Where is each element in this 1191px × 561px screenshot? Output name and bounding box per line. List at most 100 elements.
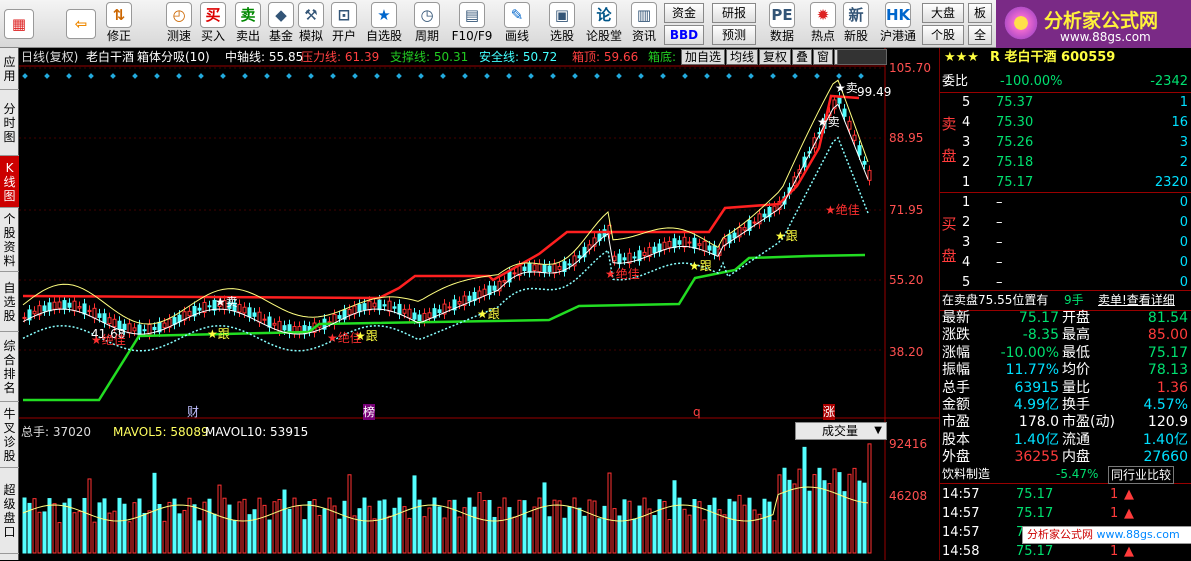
level: 1 xyxy=(962,175,971,190)
toolbar-button-buy[interactable]: 买买入 xyxy=(197,2,229,46)
toolbar-button-clock[interactable]: ◷ 周期 xyxy=(406,2,448,46)
signal-sell: ★卖 xyxy=(215,294,238,310)
chart-button-4[interactable]: 窗 xyxy=(813,49,834,65)
toolbar-button-fund[interactable]: ◆ 基金 xyxy=(266,2,296,46)
industry-compare-button[interactable]: 同行业比较 xyxy=(1108,466,1175,484)
side-tab-6[interactable]: 牛叉诊股 xyxy=(0,402,19,468)
volume-bar xyxy=(367,505,372,554)
side-tab-3[interactable]: 个股资料 xyxy=(0,208,19,272)
side-tab-2[interactable]: K线图 xyxy=(0,156,19,208)
stat-value: 4.99亿 xyxy=(1013,397,1059,413)
toolbar-button-f10[interactable]: ▤ F10/F9 xyxy=(450,2,494,46)
toolbar-button-star-folder[interactable]: ★ 自选股 xyxy=(364,2,404,46)
forecast-button[interactable]: 预测 xyxy=(712,25,756,45)
board-button[interactable]: 板 xyxy=(968,3,992,23)
volume-bar xyxy=(407,517,412,554)
tick-volume: 1 xyxy=(1110,544,1119,559)
stat-value: 75.17 xyxy=(1147,344,1188,361)
volume-bar xyxy=(682,508,687,554)
volume-indicator-select[interactable]: 成交量 ▼ xyxy=(795,422,887,440)
candle-body xyxy=(207,305,212,308)
stock-title-row: ★★★ R 老白干酒 600559 xyxy=(940,48,1191,67)
toolbar-button-sell[interactable]: 卖卖出 xyxy=(232,2,264,46)
toolbar-button-info[interactable]: ▥ 资讯 xyxy=(626,2,662,46)
toolbar-button-stock-grid[interactable]: ▦ xyxy=(2,2,36,46)
toolbar-label: 数据 xyxy=(769,29,794,43)
volume-bar xyxy=(832,468,837,554)
signal-best: ★绝佳 xyxy=(825,202,860,218)
toolbar-button-adjust[interactable]: ⇅ 修正 xyxy=(102,2,136,46)
star-icon: ★ xyxy=(689,259,700,273)
candle-body xyxy=(457,301,462,305)
ma-line-yellow xyxy=(22,79,869,325)
candle-body xyxy=(677,240,682,245)
industry-name[interactable]: 饮料制造 xyxy=(942,465,990,484)
candle-body xyxy=(567,263,572,266)
volume-bar xyxy=(727,498,732,554)
top-marker xyxy=(44,73,50,79)
tick-time: 14:57 xyxy=(942,487,980,502)
side-tab-0[interactable]: 应用 xyxy=(0,48,19,90)
candle-body xyxy=(622,257,627,261)
stat-label: 最新 xyxy=(942,310,970,326)
kline-chart-area[interactable]: 日线(复权) 老白干酒 箱体分吸(10) 中轴线: 55.85 压力线: 61.… xyxy=(19,48,939,560)
all-button[interactable]: 全 xyxy=(968,25,992,45)
chart-button-2[interactable]: 复权 xyxy=(759,49,792,65)
pencil-icon: ✎ xyxy=(504,2,530,28)
bbd-button[interactable]: BBD xyxy=(664,25,704,45)
volume-bar xyxy=(402,506,407,554)
volume-bar xyxy=(567,506,572,554)
top-marker xyxy=(462,73,468,79)
toolbar-button-screen[interactable]: ▣ 选股 xyxy=(542,2,582,46)
stock-dropdown[interactable]: 个股 xyxy=(922,25,964,45)
candle-body xyxy=(382,304,387,307)
candle-body xyxy=(277,320,282,332)
toolbar-button-hk-connect[interactable]: HK 沪港通 xyxy=(874,2,922,46)
candle-body xyxy=(547,265,552,272)
chart-button-0[interactable]: 加自选 xyxy=(681,49,726,65)
toolbar-button-hot[interactable]: ✹ 热点 xyxy=(806,2,840,46)
price: – xyxy=(996,215,1003,230)
notice-detail-link[interactable]: 卖单!查看详细 xyxy=(1098,291,1175,310)
market-dropdown[interactable]: 大盘 xyxy=(922,3,964,23)
volume-bar xyxy=(737,494,742,554)
gavel-icon: ⚒ xyxy=(298,2,324,28)
candle-body xyxy=(377,299,382,311)
toolbar-button-lock[interactable]: ⊡ 开户 xyxy=(328,2,360,46)
price-axis-tick: 88.95 xyxy=(889,131,924,145)
volume-axis-tick: 46208 xyxy=(889,489,928,503)
fund-flow-button[interactable]: 资金 xyxy=(664,3,704,23)
volume-bar xyxy=(802,446,807,554)
star-icon: ★ xyxy=(817,115,828,129)
volume-bar xyxy=(582,515,587,554)
toolbar-button-back-arrow[interactable]: ⇦ xyxy=(64,2,98,46)
stat-label: 均价 xyxy=(1062,362,1090,379)
indicator-scroll[interactable] xyxy=(837,49,887,65)
stat-label: 换手 xyxy=(1062,397,1090,413)
toolbar-button-forum[interactable]: 论论股堂 xyxy=(584,2,624,46)
volume-bar xyxy=(437,506,442,554)
research-report-button[interactable]: 研报 xyxy=(712,3,756,23)
star-icon: ★ xyxy=(91,333,102,347)
volume-bar xyxy=(797,468,802,554)
toolbar-button-pencil[interactable]: ✎ 画线 xyxy=(496,2,538,46)
volume-bar xyxy=(32,498,37,554)
toolbar-button-new-stock[interactable]: 新新股 xyxy=(840,2,872,46)
side-tab-4[interactable]: 自选股 xyxy=(0,272,19,332)
brand-title: 分析家公式网 xyxy=(1044,10,1159,32)
stat-row: 金额 4.99亿 换手 4.57% xyxy=(940,396,1191,414)
toolbar-button-speed-test[interactable]: ◴ 测速 xyxy=(162,2,196,46)
side-tab-7[interactable]: 超级盘口 xyxy=(0,468,19,554)
top-marker xyxy=(704,73,710,79)
toolbar-button-pe[interactable]: PE 数据 xyxy=(762,2,802,46)
chart-button-1[interactable]: 均线 xyxy=(726,49,759,65)
chart-button-3[interactable]: 叠 xyxy=(792,49,813,65)
volume-bar xyxy=(222,497,227,554)
candle-body xyxy=(102,313,107,324)
volume-bar xyxy=(867,443,872,554)
volume-bar xyxy=(217,484,222,554)
side-tab-1[interactable]: 分时图 xyxy=(0,90,19,156)
side-tab-5[interactable]: 综合排名 xyxy=(0,332,19,402)
volume-bar xyxy=(757,513,762,554)
toolbar-button-gavel[interactable]: ⚒ 模拟 xyxy=(296,2,326,46)
